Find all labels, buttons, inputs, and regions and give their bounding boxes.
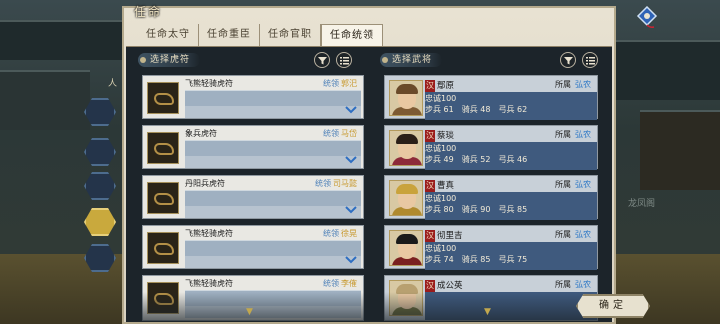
list-icon[interactable] bbox=[582, 52, 598, 68]
tally-name: 飞熊轻骑虎符 bbox=[185, 79, 233, 88]
confirm-button[interactable]: 确定 bbox=[576, 294, 650, 318]
funnel-icon[interactable] bbox=[314, 52, 330, 68]
tab-appoint-office[interactable]: 任命官职 bbox=[260, 24, 321, 46]
tally-column: 选择虎符 飞熊轻骑虎符 统领 郭汜 象兵虎符 统领 马岱 丹阳兵虎符 统领 司马… bbox=[138, 47, 372, 322]
faction-badge: 汉 bbox=[425, 280, 435, 292]
list-icon[interactable] bbox=[336, 52, 352, 68]
general-affiliation: 所属 弘农 bbox=[555, 230, 591, 239]
general-affiliation: 所属 弘农 bbox=[555, 80, 591, 89]
general-card[interactable]: 汉 曹真 所属 弘农 忠诚100 步兵 80 骑兵 90 弓兵 85 bbox=[384, 175, 598, 220]
tally-card[interactable]: 飞熊轻骑虎符 统领 郭汜 bbox=[142, 75, 364, 119]
general-portrait bbox=[389, 130, 423, 166]
tally-owner: 统领 马岱 bbox=[323, 129, 357, 138]
faction-badge: 汉 bbox=[425, 230, 435, 242]
content-area: 选择虎符 飞熊轻骑虎符 统领 郭汜 象兵虎符 统领 马岱 丹阳兵虎符 统领 司马… bbox=[126, 46, 612, 322]
funnel-icon[interactable] bbox=[560, 52, 576, 68]
tally-card[interactable]: 象兵虎符 统领 马岱 bbox=[142, 125, 364, 169]
general-loyalty: 忠诚100 bbox=[425, 94, 457, 103]
general-loyalty: 忠诚100 bbox=[425, 144, 457, 153]
general-portrait bbox=[389, 180, 423, 216]
tiger-tally-icon bbox=[147, 182, 179, 214]
general-column: 选择武将 汉 鄢原 所属弘农 忠诚100 步兵 61骑兵 48弓兵 62 bbox=[380, 47, 602, 322]
tally-name: 飞熊轻骑虎符 bbox=[185, 279, 233, 288]
appoint-dialog: 任命太守 任命重臣 任命官职 任命统领 选择虎符 飞熊轻骑虎符 统领 郭汜 象兵… bbox=[122, 6, 616, 324]
tally-owner: 统领 郭汜 bbox=[323, 79, 357, 88]
tally-name: 丹阳兵虎符 bbox=[185, 179, 225, 188]
chevron-down-icon[interactable] bbox=[345, 256, 357, 266]
general-troops: 步兵 61 骑兵 48 弓兵 62 bbox=[425, 105, 528, 114]
tally-column-title: 选择虎符 bbox=[138, 53, 201, 67]
general-name: 曹真 bbox=[437, 181, 455, 191]
general-affiliation: 所属 弘农 bbox=[555, 130, 591, 139]
general-portrait bbox=[389, 80, 423, 116]
faction-badge: 汉 bbox=[425, 80, 435, 92]
general-name: 蔡琰 bbox=[437, 131, 455, 141]
general-troops: 步兵 74 骑兵 85 弓兵 75 bbox=[425, 255, 528, 264]
tiger-tally-icon bbox=[147, 282, 179, 314]
general-name: 鄢原 bbox=[437, 81, 455, 91]
general-loyalty: 忠诚100 bbox=[425, 244, 457, 253]
tiger-tally-icon bbox=[147, 82, 179, 114]
chevron-down-icon[interactable] bbox=[345, 106, 357, 116]
tab-appoint-governor[interactable]: 任命太守 bbox=[138, 24, 199, 46]
general-portrait bbox=[389, 230, 423, 266]
general-troops: 步兵 80 骑兵 90 弓兵 85 bbox=[425, 205, 528, 214]
chevron-down-icon[interactable] bbox=[345, 206, 357, 216]
dialog-title: 任命 bbox=[134, 5, 163, 19]
tally-name: 象兵虎符 bbox=[185, 129, 217, 138]
general-name: 成公英 bbox=[437, 281, 463, 291]
general-loyalty: 忠诚100 bbox=[425, 194, 457, 203]
tab-appoint-commander[interactable]: 任命统领 bbox=[321, 24, 383, 46]
tiger-tally-icon bbox=[147, 232, 179, 264]
general-name: 彻里吉 bbox=[437, 231, 463, 241]
tally-card[interactable]: 飞熊轻骑虎符 统领 徐晃 bbox=[142, 225, 364, 269]
general-card[interactable]: 汉 蔡琰 所属 弘农 忠诚100 步兵 49 骑兵 52 弓兵 46 bbox=[384, 125, 598, 170]
general-troops: 步兵 49 骑兵 52 弓兵 46 bbox=[425, 155, 528, 164]
chevron-down-icon[interactable] bbox=[345, 156, 357, 166]
side-label: 人 bbox=[108, 79, 118, 89]
tally-owner: 统领 李傕 bbox=[323, 279, 357, 288]
general-affiliation: 所属 弘农 bbox=[555, 280, 591, 289]
tally-name: 飞熊轻骑虎符 bbox=[185, 229, 233, 238]
general-card[interactable]: 汉 彻里吉 所属 弘农 忠诚100 步兵 74 骑兵 85 弓兵 75 bbox=[384, 225, 598, 270]
tally-owner: 统领 司马懿 bbox=[315, 179, 357, 188]
background-building-label: 龙凤阁 bbox=[628, 199, 656, 209]
faction-badge: 汉 bbox=[425, 130, 435, 142]
tally-owner: 统领 徐晃 bbox=[323, 229, 357, 238]
faction-badge: 汉 bbox=[425, 180, 435, 192]
general-portrait bbox=[389, 280, 423, 316]
general-card[interactable]: 汉 鄢原 所属 弘农 忠诚100 步兵 61 骑兵 48 弓兵 62 bbox=[384, 75, 598, 120]
general-affiliation: 所属 弘农 bbox=[555, 180, 591, 189]
general-column-title: 选择武将 bbox=[380, 53, 443, 67]
scroll-down-indicator: ▼ bbox=[246, 307, 253, 317]
tab-bar: 任命太守 任命重臣 任命官职 任命统领 bbox=[138, 24, 383, 46]
tab-appoint-minister[interactable]: 任命重臣 bbox=[199, 24, 260, 46]
tiger-tally-icon bbox=[147, 132, 179, 164]
scroll-down-indicator: ▼ bbox=[484, 307, 491, 317]
kite-icon[interactable] bbox=[636, 6, 658, 28]
tally-card[interactable]: 丹阳兵虎符 统领 司马懿 bbox=[142, 175, 364, 219]
